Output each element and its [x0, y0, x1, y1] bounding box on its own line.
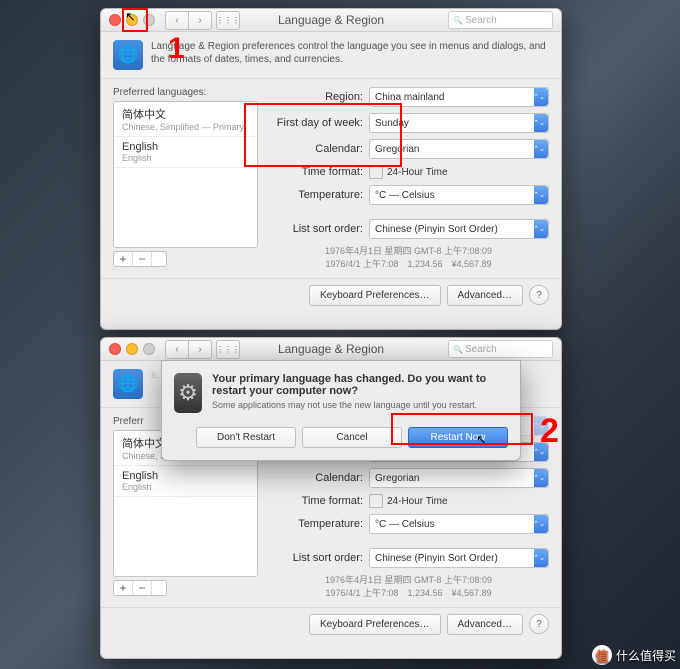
advanced-button[interactable]: Advanced…: [447, 285, 523, 306]
timefmt-label: Time format:: [268, 495, 363, 507]
calendar-select[interactable]: Gregorian⌃⌄: [369, 139, 549, 159]
list-item[interactable]: English English: [114, 137, 257, 168]
temp-label: Temperature:: [268, 189, 363, 201]
calendar-label: Calendar:: [268, 143, 363, 155]
sort-select[interactable]: Chinese (Pinyin Sort Order)⌃⌄: [369, 548, 549, 568]
calendar-label: Calendar:: [268, 472, 363, 484]
search-input[interactable]: Search: [448, 340, 553, 358]
forward-button[interactable]: ›: [189, 340, 212, 359]
minimize-icon[interactable]: [126, 343, 138, 355]
globe-icon: 🌐: [113, 369, 143, 399]
firstday-label: First day of week:: [268, 117, 363, 129]
add-remove-buttons: + −: [113, 251, 167, 267]
watermark-icon: 值: [592, 645, 612, 665]
annotation-1: 1: [168, 32, 185, 66]
dont-restart-button[interactable]: Don't Restart: [196, 427, 296, 448]
minimize-icon[interactable]: [126, 14, 138, 26]
menu-button[interactable]: [152, 252, 166, 266]
titlebar: ‹› ⋮⋮⋮ Language & Region Search: [101, 338, 561, 361]
window-controls: [109, 14, 155, 26]
add-button[interactable]: +: [114, 581, 133, 595]
forward-button[interactable]: ›: [189, 11, 212, 30]
dialog-subtext: Some applications may not use the new la…: [212, 400, 508, 410]
firstday-select[interactable]: Sunday⌃⌄: [369, 113, 549, 133]
temp-label: Temperature:: [268, 518, 363, 530]
show-all-button[interactable]: ⋮⋮⋮: [216, 340, 240, 359]
header-text: Language & Region preferences control th…: [151, 40, 549, 70]
zoom-icon[interactable]: [143, 343, 155, 355]
menu-button[interactable]: [152, 581, 166, 595]
help-button[interactable]: ?: [529, 614, 549, 634]
remove-button[interactable]: −: [133, 581, 152, 595]
back-button[interactable]: ‹: [165, 340, 189, 359]
search-input[interactable]: Search: [448, 11, 553, 29]
region-select[interactable]: China mainland⌃⌄: [369, 87, 549, 107]
add-button[interactable]: +: [114, 252, 133, 266]
calendar-select[interactable]: Gregorian⌃⌄: [369, 468, 549, 488]
region-label: Region:: [268, 91, 363, 103]
watermark: 值 什么值得买: [592, 645, 676, 665]
checkbox-icon[interactable]: [369, 494, 383, 508]
zoom-icon[interactable]: [143, 14, 155, 26]
settings-icon: ⚙: [174, 373, 202, 413]
sort-label: List sort order:: [268, 223, 363, 235]
sort-label: List sort order:: [268, 552, 363, 564]
list-item[interactable]: 简体中文 Chinese, Simplified — Primary: [114, 102, 257, 137]
remove-button[interactable]: −: [133, 252, 152, 266]
globe-icon: 🌐: [113, 40, 143, 70]
titlebar: ‹ › ⋮⋮⋮ Language & Region Search: [101, 9, 561, 32]
cancel-button[interactable]: Cancel: [302, 427, 402, 448]
prefs-window-2: ‹› ⋮⋮⋮ Language & Region Search 🌐 s, Pre…: [100, 337, 562, 659]
list-item[interactable]: EnglishEnglish: [114, 466, 257, 497]
show-all-button[interactable]: ⋮⋮⋮: [216, 11, 240, 30]
checkbox-icon[interactable]: [369, 165, 383, 179]
preferred-languages-label: Preferred languages:: [113, 87, 258, 98]
close-icon[interactable]: [109, 343, 121, 355]
help-button[interactable]: ?: [529, 285, 549, 305]
advanced-button[interactable]: Advanced…: [447, 614, 523, 635]
annotation-2: 2: [540, 412, 559, 451]
timefmt-checkbox[interactable]: 24-Hour Time: [369, 165, 448, 179]
format-sample: 1976年4月1日 星期四 GMT-8 上午7:08:091976/4/1 上午…: [268, 574, 549, 599]
temp-select[interactable]: °C — Celsius⌃⌄: [369, 185, 549, 205]
keyboard-prefs-button[interactable]: Keyboard Preferences…: [309, 614, 441, 635]
window-title: Language & Region: [278, 342, 384, 356]
close-icon[interactable]: [109, 14, 121, 26]
restart-now-button[interactable]: Restart Now: [408, 427, 508, 448]
back-button[interactable]: ‹: [165, 11, 189, 30]
format-sample: 1976年4月1日 星期四 GMT-8 上午7:08:091976/4/1 上午…: [268, 245, 549, 270]
timefmt-label: Time format:: [268, 166, 363, 178]
sort-select[interactable]: Chinese (Pinyin Sort Order)⌃⌄: [369, 219, 549, 239]
temp-select[interactable]: °C — Celsius⌃⌄: [369, 514, 549, 534]
language-list[interactable]: 简体中文 Chinese, Simplified — Primary Engli…: [113, 101, 258, 248]
timefmt-checkbox[interactable]: 24-Hour Time: [369, 494, 448, 508]
keyboard-prefs-button[interactable]: Keyboard Preferences…: [309, 285, 441, 306]
dialog-heading: Your primary language has changed. Do yo…: [212, 373, 508, 397]
nav-buttons: ‹ ›: [165, 11, 212, 30]
restart-dialog: ⚙ Your primary language has changed. Do …: [161, 360, 521, 461]
header-text: s,: [151, 369, 159, 399]
window-title: Language & Region: [278, 13, 384, 27]
